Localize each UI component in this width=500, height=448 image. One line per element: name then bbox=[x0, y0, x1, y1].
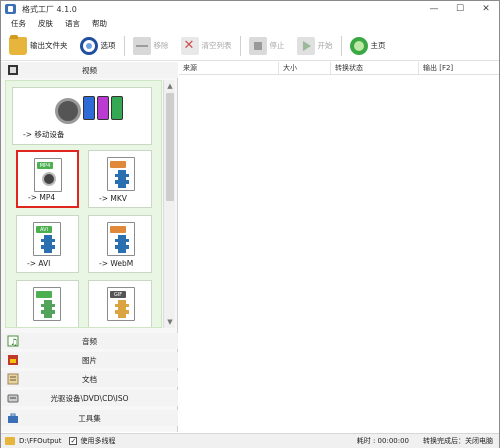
tile-mp4[interactable]: MP4 -> MP4 bbox=[16, 150, 79, 208]
tile-mkv[interactable]: -> MKV bbox=[88, 150, 152, 208]
webm-file-icon bbox=[107, 222, 135, 256]
multithread-label: 使用多线程 bbox=[80, 437, 116, 445]
category-tools[interactable]: 工具集 bbox=[1, 410, 178, 426]
clear-list-icon bbox=[180, 36, 199, 55]
category-document[interactable]: 文档 bbox=[1, 371, 178, 387]
category-tools-label: 工具集 bbox=[78, 413, 101, 423]
tile-avi[interactable]: AVI -> AVI bbox=[16, 215, 79, 273]
toolbar-separator bbox=[123, 35, 125, 56]
output-folder-icon bbox=[5, 437, 15, 445]
remove-label: 移除 bbox=[153, 41, 169, 50]
mp4-tag: MP4 bbox=[37, 162, 53, 169]
column-output[interactable]: 输出 [F2] bbox=[419, 62, 499, 74]
mkv-file-icon bbox=[107, 157, 135, 191]
minimize-button[interactable]: — bbox=[421, 1, 447, 17]
home-button[interactable]: 主页 bbox=[346, 34, 390, 58]
column-status[interactable]: 转换状态 bbox=[331, 62, 419, 74]
task-list[interactable]: 来源 大小 转换状态 输出 [F2] bbox=[179, 62, 499, 432]
scroll-up-arrow[interactable]: ▲ bbox=[164, 80, 176, 92]
remove-button[interactable]: 移除 bbox=[129, 34, 173, 58]
stop-label: 停止 bbox=[269, 41, 285, 50]
toolbar: 输出文件夹 选项 移除 清空列表 停止 开始 主页 bbox=[1, 31, 499, 61]
tile-avi-label: -> AVI bbox=[27, 259, 51, 268]
tile-mp4-label: -> MP4 bbox=[28, 193, 56, 202]
clear-list-button[interactable]: 清空列表 bbox=[177, 34, 236, 58]
maximize-button[interactable]: ☐ bbox=[447, 1, 473, 17]
menu-help[interactable]: 帮助 bbox=[86, 18, 113, 29]
scroll-thumb[interactable] bbox=[166, 93, 174, 201]
stop-button[interactable]: 停止 bbox=[245, 34, 289, 58]
after-convert-action[interactable]: 转换完成后：关闭电脑 bbox=[423, 436, 493, 446]
task-list-header: 来源 大小 转换状态 输出 [F2] bbox=[179, 62, 499, 75]
tile-mobile-label: -> 移动设备 bbox=[23, 130, 65, 139]
start-button[interactable]: 开始 bbox=[293, 34, 337, 58]
clear-list-label: 清空列表 bbox=[201, 41, 232, 50]
video-format-grid: -> 移动设备 MP4 -> MP4 -> MKV AVI -> AVI -> … bbox=[5, 80, 162, 328]
menu-language[interactable]: 语言 bbox=[59, 18, 86, 29]
menu-skin[interactable]: 皮肤 bbox=[32, 18, 59, 29]
avi-tag: AVI bbox=[36, 226, 52, 233]
toolbar-separator bbox=[340, 35, 342, 56]
gif-tag: GIF bbox=[110, 291, 126, 298]
category-rom-device[interactable]: 光驱设备\DVD\CD\ISO bbox=[1, 390, 178, 406]
category-rom-label: 光驱设备\DVD\CD\ISO bbox=[50, 393, 129, 403]
elapsed-time: 耗时 : 00:00:00 bbox=[356, 437, 409, 445]
output-folder-button[interactable]: 输出文件夹 bbox=[5, 34, 72, 58]
start-icon bbox=[296, 36, 315, 55]
options-button[interactable]: 选项 bbox=[76, 34, 120, 58]
tile-partial-2[interactable]: GIF bbox=[88, 280, 152, 327]
category-picture-label: 图片 bbox=[82, 355, 97, 365]
video-scrollbar[interactable]: ▲ ▼ bbox=[163, 80, 175, 328]
stop-icon bbox=[248, 36, 267, 55]
tile-mobile-device[interactable]: -> 移动设备 bbox=[12, 87, 152, 145]
scroll-down-arrow[interactable]: ▼ bbox=[164, 316, 176, 328]
title-bar: 格式工厂 4.1.0 — ☐ ✕ bbox=[1, 1, 499, 17]
close-button[interactable]: ✕ bbox=[473, 1, 499, 17]
output-path[interactable]: D:\FFOutput bbox=[19, 437, 61, 445]
picture-file-icon bbox=[33, 287, 61, 321]
category-document-label: 文档 bbox=[82, 374, 97, 384]
options-label: 选项 bbox=[100, 41, 116, 50]
tile-mkv-label: -> MKV bbox=[99, 194, 127, 203]
remove-icon bbox=[132, 36, 151, 55]
tile-webm-label: -> WebM bbox=[99, 259, 134, 268]
window-title: 格式工厂 4.1.0 bbox=[22, 4, 77, 14]
category-panel: 视频 -> 移动设备 MP4 -> MP4 -> MKV AVI -> AVI … bbox=[1, 62, 178, 432]
output-folder-label: 输出文件夹 bbox=[30, 41, 68, 50]
options-icon bbox=[79, 36, 98, 55]
tile-partial-1[interactable] bbox=[16, 280, 79, 327]
home-label: 主页 bbox=[370, 41, 386, 50]
app-logo-icon bbox=[5, 4, 16, 14]
multithread-checkbox[interactable]: ✓ bbox=[69, 437, 78, 445]
toolbar-separator bbox=[239, 35, 241, 56]
folder-icon bbox=[9, 34, 27, 55]
column-size[interactable]: 大小 bbox=[279, 62, 331, 74]
category-audio-label: 音频 bbox=[82, 336, 97, 346]
start-label: 开始 bbox=[317, 41, 333, 50]
category-video-label: 视频 bbox=[82, 65, 97, 75]
avi-file-icon: AVI bbox=[33, 222, 61, 256]
category-audio[interactable]: ♫ 音频 bbox=[1, 333, 178, 349]
status-bar: D:\FFOutput ✓ 使用多线程 耗时 : 00:00:00 转换完成后：… bbox=[1, 433, 499, 448]
gif-file-icon: GIF bbox=[107, 287, 135, 321]
column-source[interactable]: 来源 bbox=[179, 62, 279, 74]
window-controls: — ☐ ✕ bbox=[421, 1, 499, 17]
menu-task[interactable]: 任务 bbox=[1, 18, 32, 29]
mobile-device-icon bbox=[55, 96, 125, 130]
mp4-file-icon: MP4 bbox=[34, 158, 62, 192]
category-video[interactable]: 视频 bbox=[1, 62, 178, 78]
menu-bar: 任务 皮肤 语言 帮助 bbox=[1, 17, 499, 30]
category-picture[interactable]: 图片 bbox=[1, 352, 178, 368]
app-window: 格式工厂 4.1.0 — ☐ ✕ 任务 皮肤 语言 帮助 输出文件夹 选项 移除… bbox=[0, 0, 500, 448]
tile-webm[interactable]: -> WebM bbox=[88, 215, 152, 273]
home-icon bbox=[349, 36, 368, 55]
